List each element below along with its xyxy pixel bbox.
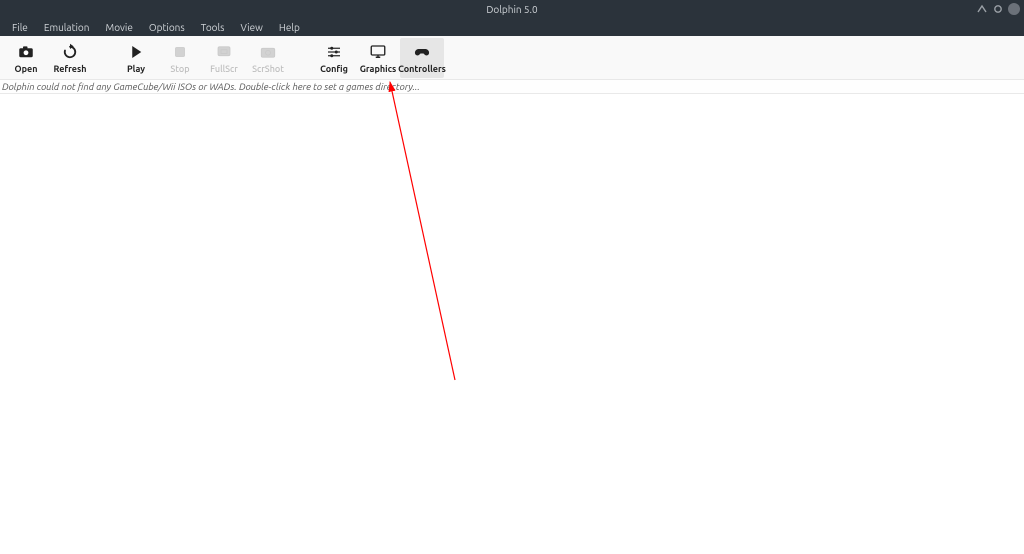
stop-icon [171,42,189,62]
title-bar: Dolphin 5.0 [0,0,1024,18]
close-button[interactable] [1008,3,1020,15]
stop-button: Stop [158,38,202,78]
controllers-label: Controllers [398,64,446,74]
menu-movie[interactable]: Movie [98,22,141,33]
play-button[interactable]: Play [114,38,158,78]
config-label: Config [320,64,348,74]
refresh-label: Refresh [54,64,87,74]
play-label: Play [127,64,145,74]
empty-state-row[interactable]: Dolphin could not find any GameCube/Wii … [0,80,1024,94]
menu-bar: File Emulation Movie Options Tools View … [0,18,1024,36]
sliders-icon [325,42,343,62]
window-title: Dolphin 5.0 [486,4,537,15]
annotation-arrow [0,80,1024,554]
refresh-button[interactable]: Refresh [48,38,92,78]
fullscreen-button: FullScr [202,38,246,78]
gamepad-icon [413,42,431,62]
controllers-button[interactable]: Controllers [400,38,444,78]
stop-label: Stop [170,64,189,74]
game-list-area[interactable]: Dolphin could not find any GameCube/Wii … [0,80,1024,554]
menu-emulation[interactable]: Emulation [36,22,98,33]
menu-file[interactable]: File [4,22,36,33]
menu-tools[interactable]: Tools [193,22,233,33]
graphics-button[interactable]: Graphics [356,38,400,78]
screenshot-label: ScrShot [252,64,284,74]
monitor-icon [369,42,387,62]
open-label: Open [15,64,38,74]
window-controls [976,3,1020,15]
play-icon [127,42,145,62]
graphics-label: Graphics [360,64,397,74]
refresh-icon [61,42,79,62]
minimize-button[interactable] [976,3,988,15]
menu-view[interactable]: View [232,22,270,33]
open-button[interactable]: Open [4,38,48,78]
menu-help[interactable]: Help [271,22,308,33]
camera-icon [17,42,35,62]
config-button[interactable]: Config [312,38,356,78]
fullscreen-label: FullScr [210,64,238,74]
screenshot-button: ScrShot [246,38,290,78]
maximize-button[interactable] [992,3,1004,15]
menu-options[interactable]: Options [141,22,193,33]
screenshot-icon [259,42,277,62]
empty-state-message: Dolphin could not find any GameCube/Wii … [2,81,420,92]
toolbar: Open Refresh Play Stop FullScr ScrShot [0,36,1024,80]
fullscreen-icon [215,42,233,62]
